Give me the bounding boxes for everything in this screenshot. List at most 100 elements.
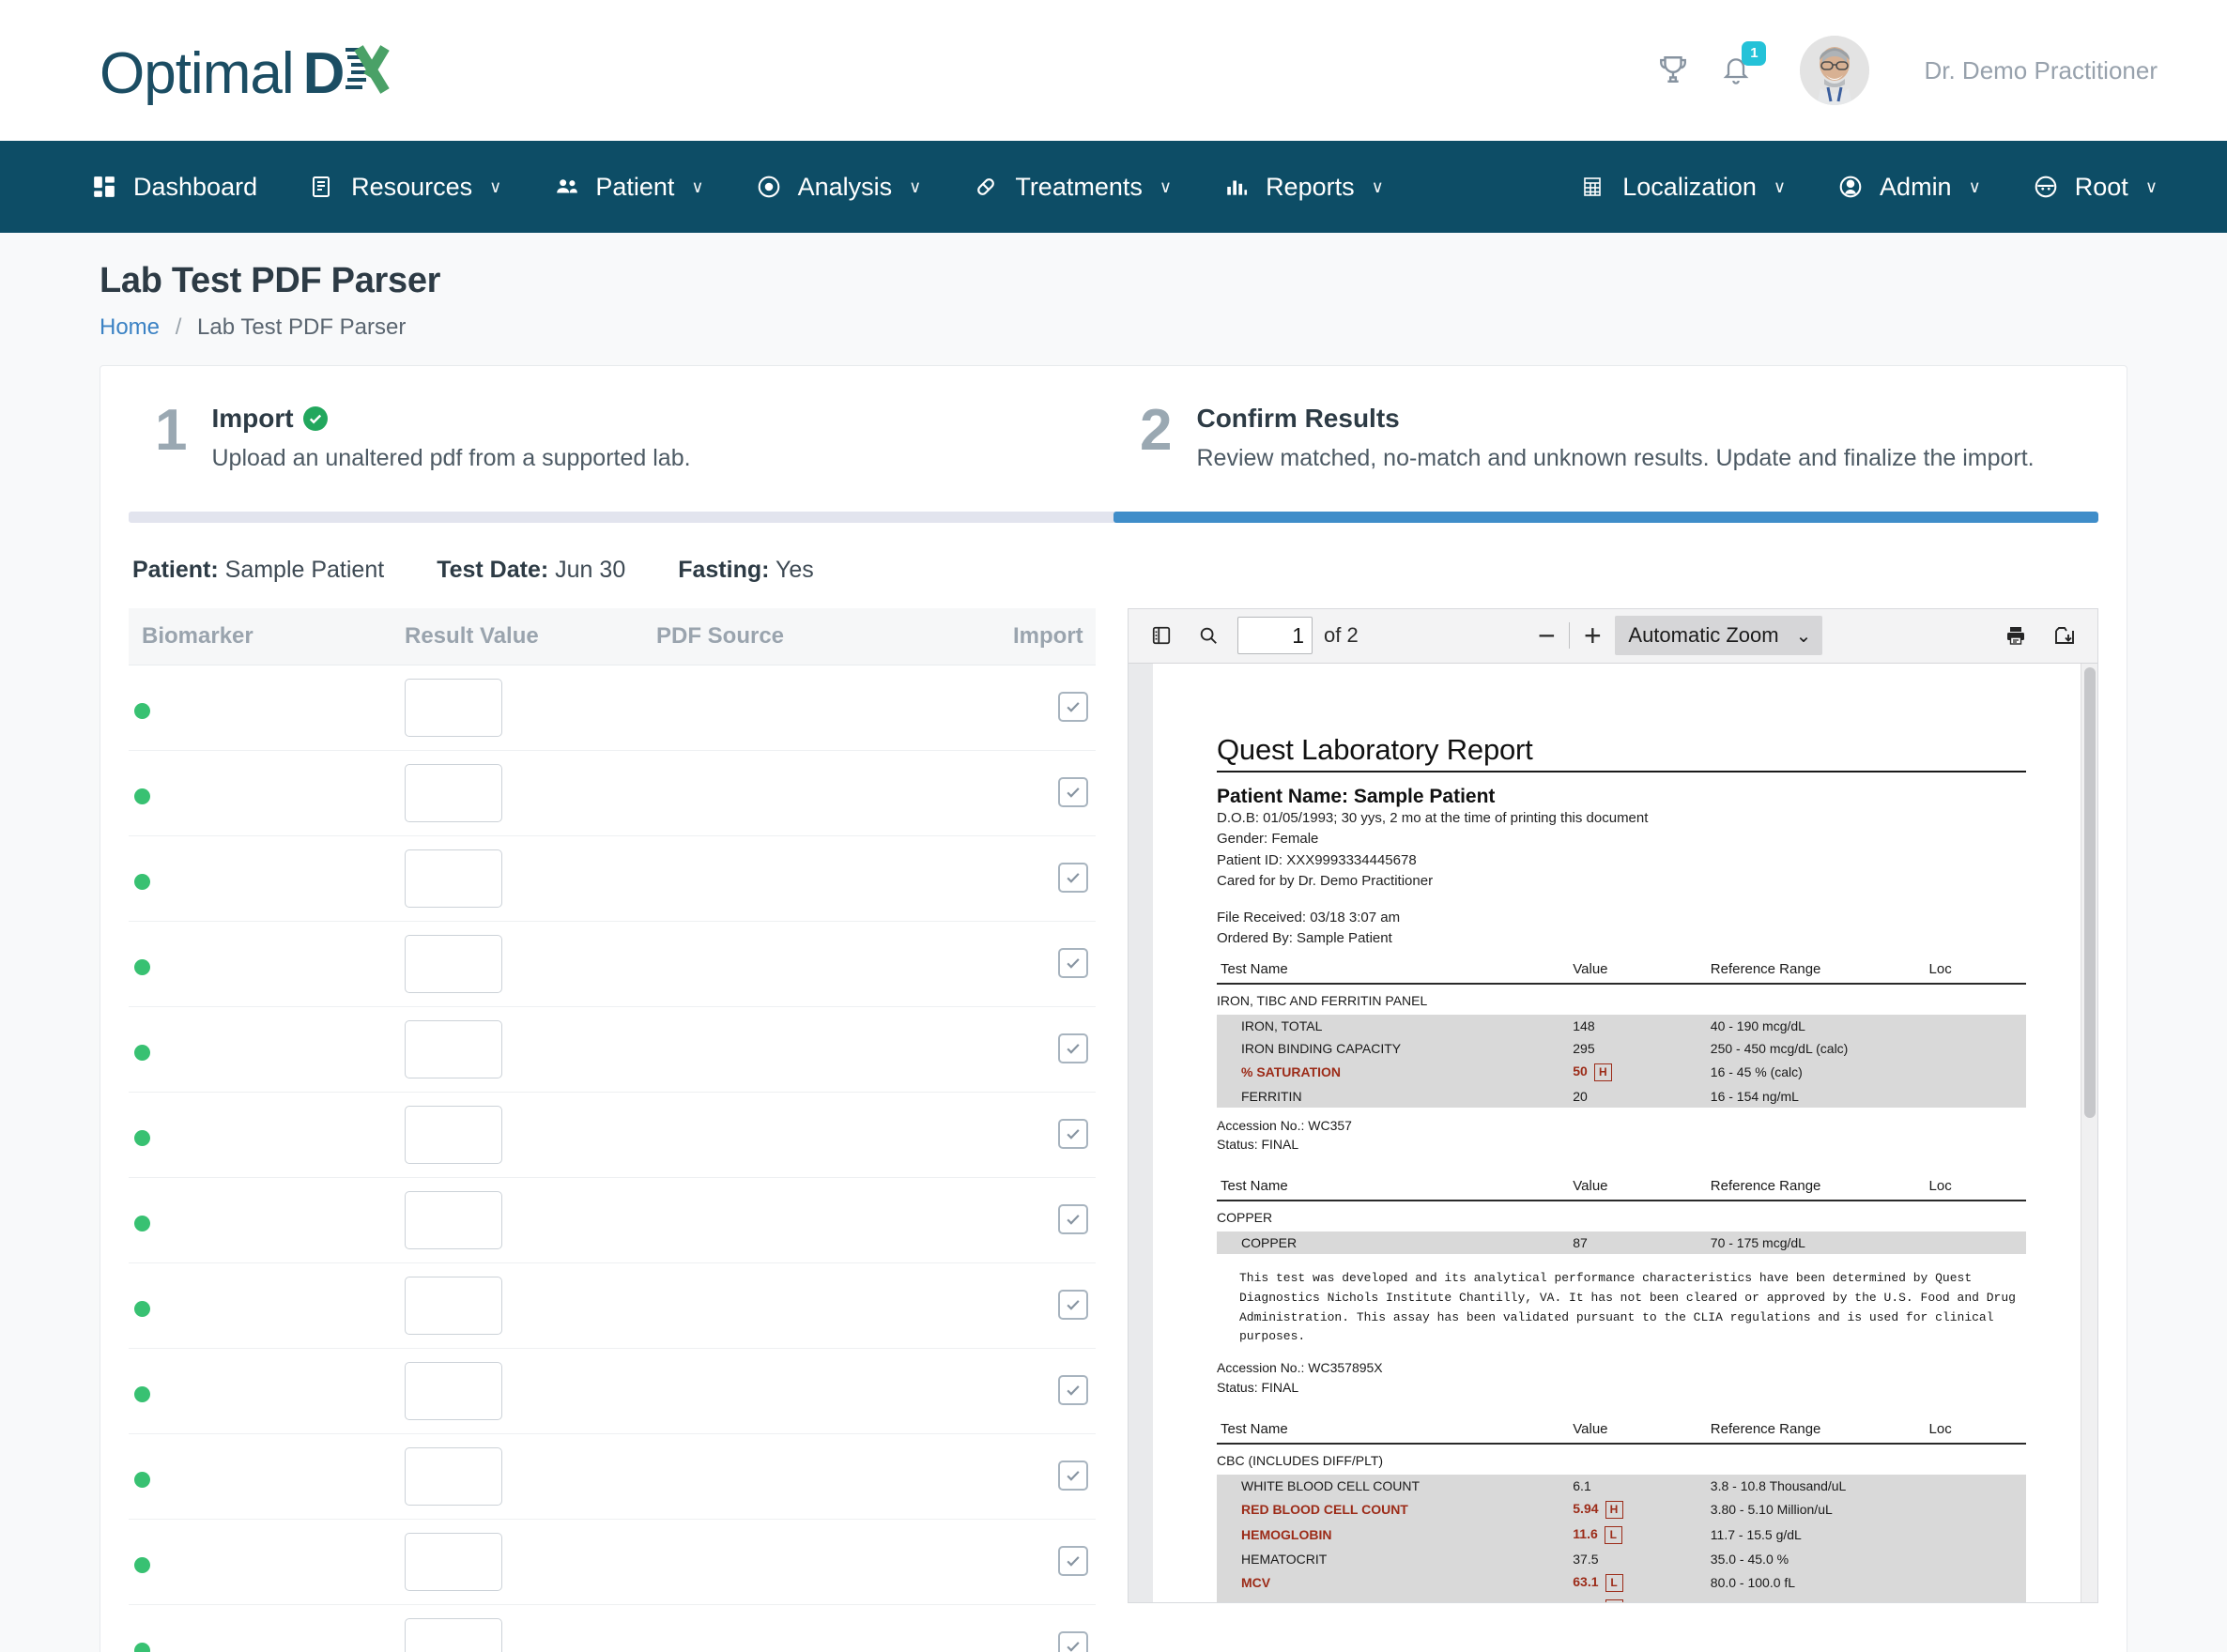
pdf-col-value: Value bbox=[1573, 1172, 1711, 1202]
status-badge bbox=[134, 788, 392, 804]
result-value-input[interactable] bbox=[405, 1276, 502, 1335]
pdf-test-name: IRON BINDING CAPACITY bbox=[1217, 1036, 1574, 1060]
pdf-loc bbox=[1928, 1059, 2026, 1085]
pdf-result-row: WHITE BLOOD CELL COUNT 6.1 3.8 - 10.8 Thou… bbox=[1217, 1474, 2026, 1497]
print-icon[interactable] bbox=[1998, 618, 2034, 653]
status-badge bbox=[134, 1643, 392, 1652]
biomarker-panel: Biomarker Result Value PDF Source Import bbox=[129, 607, 1096, 1652]
status-badge bbox=[134, 959, 392, 975]
import-checkbox[interactable] bbox=[1058, 1290, 1088, 1320]
import-checkbox[interactable] bbox=[1058, 1204, 1088, 1234]
import-checkbox[interactable] bbox=[1058, 1546, 1088, 1576]
pdf-reference-range: 11.7 - 15.5 g/dL bbox=[1710, 1522, 1929, 1548]
top-header: Optimal D 1 Dr. Demo Practitioner bbox=[0, 0, 2227, 141]
avatar[interactable] bbox=[1800, 36, 1870, 105]
nav-label-localization: Localization bbox=[1622, 172, 1757, 201]
bell-icon[interactable]: 1 bbox=[1721, 41, 1767, 88]
pdf-col-reference-range: Reference Range bbox=[1710, 1415, 1929, 1445]
import-checkbox[interactable] bbox=[1058, 1375, 1088, 1405]
pdf-test-name: COPPER bbox=[1217, 1231, 1574, 1255]
nav-item-patient[interactable]: Patient ∨ bbox=[554, 173, 704, 202]
nav-item-root[interactable]: Root ∨ bbox=[2034, 173, 2158, 202]
status-dot-icon bbox=[134, 1557, 150, 1573]
pdf-scrollbar-thumb[interactable] bbox=[2084, 666, 2096, 1118]
pdf-loc bbox=[1928, 1569, 2026, 1596]
status-dot-icon bbox=[134, 959, 150, 975]
result-value-input[interactable] bbox=[405, 849, 502, 908]
chevron-down-icon: ∨ bbox=[691, 176, 704, 196]
nav-item-localization[interactable]: Localization ∨ bbox=[1581, 173, 1786, 202]
result-value-input[interactable] bbox=[405, 1019, 502, 1078]
zoom-controls: − + Automatic Zoom ⌄ bbox=[1533, 616, 1823, 655]
import-checkbox[interactable] bbox=[1058, 1461, 1088, 1491]
pdf-scrollbar[interactable] bbox=[2081, 663, 2097, 1602]
import-checkbox[interactable] bbox=[1058, 692, 1088, 722]
status-dot-icon bbox=[134, 874, 150, 890]
result-value-input[interactable] bbox=[405, 678, 502, 737]
meta-test-date-value: Jun 30 bbox=[555, 556, 626, 583]
nav-item-admin[interactable]: Admin ∨ bbox=[1838, 173, 1981, 202]
sidebar-toggle-icon[interactable] bbox=[1144, 618, 1179, 653]
cell-import bbox=[1007, 835, 1096, 922]
import-checkbox[interactable] bbox=[1058, 1631, 1088, 1652]
import-checkbox[interactable] bbox=[1058, 948, 1088, 978]
nav-item-analysis[interactable]: Analysis ∨ bbox=[757, 173, 921, 202]
cell-import bbox=[1007, 1348, 1096, 1434]
cell-pdf-source bbox=[651, 921, 1007, 1007]
pdf-test-value: 20 bbox=[1573, 1084, 1711, 1108]
result-value-input[interactable] bbox=[405, 1446, 502, 1506]
cell-pdf-source bbox=[651, 1433, 1007, 1520]
user-name[interactable]: Dr. Demo Practitioner bbox=[1924, 56, 2158, 85]
brand-logo[interactable]: Optimal D bbox=[100, 35, 398, 107]
target-icon bbox=[757, 173, 785, 201]
result-value-input[interactable] bbox=[405, 1361, 502, 1420]
pdf-loc bbox=[1928, 1522, 2026, 1548]
import-checkbox[interactable] bbox=[1058, 1033, 1088, 1063]
pdf-scroll-area[interactable]: Quest Laboratory Report Patient Name: Sa… bbox=[1129, 663, 2097, 1602]
search-icon[interactable] bbox=[1190, 618, 1226, 653]
pdf-report-title: Quest Laboratory Report bbox=[1217, 733, 2026, 772]
result-value-input[interactable] bbox=[405, 934, 502, 993]
pdf-reference-range: 70 - 175 mcg/dL bbox=[1710, 1231, 1929, 1255]
nav-item-reports[interactable]: Reports ∨ bbox=[1224, 173, 1384, 202]
cell-pdf-source bbox=[651, 1262, 1007, 1349]
cell-result-value bbox=[399, 1433, 651, 1520]
pdf-cared-for-by: Cared for by Dr. Demo Practitioner bbox=[1217, 873, 1434, 889]
import-checkbox[interactable] bbox=[1058, 777, 1088, 807]
import-checkbox[interactable] bbox=[1058, 1119, 1088, 1149]
biomarker-table-body bbox=[129, 665, 1096, 1652]
pdf-results-table: Test Name Value Reference Range Loc CBC (INC… bbox=[1217, 1415, 2026, 1602]
status-dot-icon bbox=[134, 1045, 150, 1061]
pdf-result-row: % SATURATION 50 H 16 - 45 % (calc) bbox=[1217, 1059, 2026, 1085]
nav-item-resources[interactable]: Resources ∨ bbox=[310, 173, 501, 202]
cell-result-value bbox=[399, 921, 651, 1007]
pdf-test-name: FERRITIN bbox=[1217, 1084, 1574, 1108]
zoom-level-select[interactable]: Automatic Zoom ⌄ bbox=[1615, 616, 1823, 655]
status-badge bbox=[134, 1301, 392, 1317]
page-number-input[interactable]: 1 bbox=[1237, 617, 1313, 654]
page-count-label: of 2 bbox=[1324, 623, 1359, 647]
zoom-in-button[interactable]: + bbox=[1579, 620, 1605, 650]
result-value-input[interactable] bbox=[405, 1532, 502, 1591]
zoom-out-button[interactable]: − bbox=[1533, 620, 1559, 650]
pdf-accession-number: Accession No.: WC357 bbox=[1217, 1117, 1352, 1133]
cell-result-value bbox=[399, 750, 651, 836]
cell-import bbox=[1007, 1604, 1096, 1652]
notification-badge: 1 bbox=[1742, 41, 1767, 66]
result-value-input[interactable] bbox=[405, 1617, 502, 1652]
cell-pdf-source bbox=[651, 750, 1007, 836]
breadcrumb-home-link[interactable]: Home bbox=[100, 314, 160, 340]
import-checkbox[interactable] bbox=[1058, 863, 1088, 893]
result-value-input[interactable] bbox=[405, 1190, 502, 1249]
pdf-loc bbox=[1928, 1496, 2026, 1522]
status-dot-icon bbox=[134, 1216, 150, 1231]
nav-item-treatments[interactable]: Treatments ∨ bbox=[974, 173, 1172, 202]
pdf-patient-name: Patient Name: Sample Patient bbox=[1217, 785, 1496, 807]
result-value-input[interactable] bbox=[405, 763, 502, 822]
trophy-icon[interactable] bbox=[1657, 53, 1689, 88]
nav-item-dashboard[interactable]: Dashboard bbox=[92, 173, 257, 202]
result-value-input[interactable] bbox=[405, 1105, 502, 1164]
pdf-result-row: HEMOGLOBIN 11.6 L 11.7 - 15.5 g/dL bbox=[1217, 1522, 2026, 1548]
chevron-down-icon: ∨ bbox=[1371, 176, 1384, 196]
download-icon[interactable] bbox=[2047, 618, 2082, 653]
